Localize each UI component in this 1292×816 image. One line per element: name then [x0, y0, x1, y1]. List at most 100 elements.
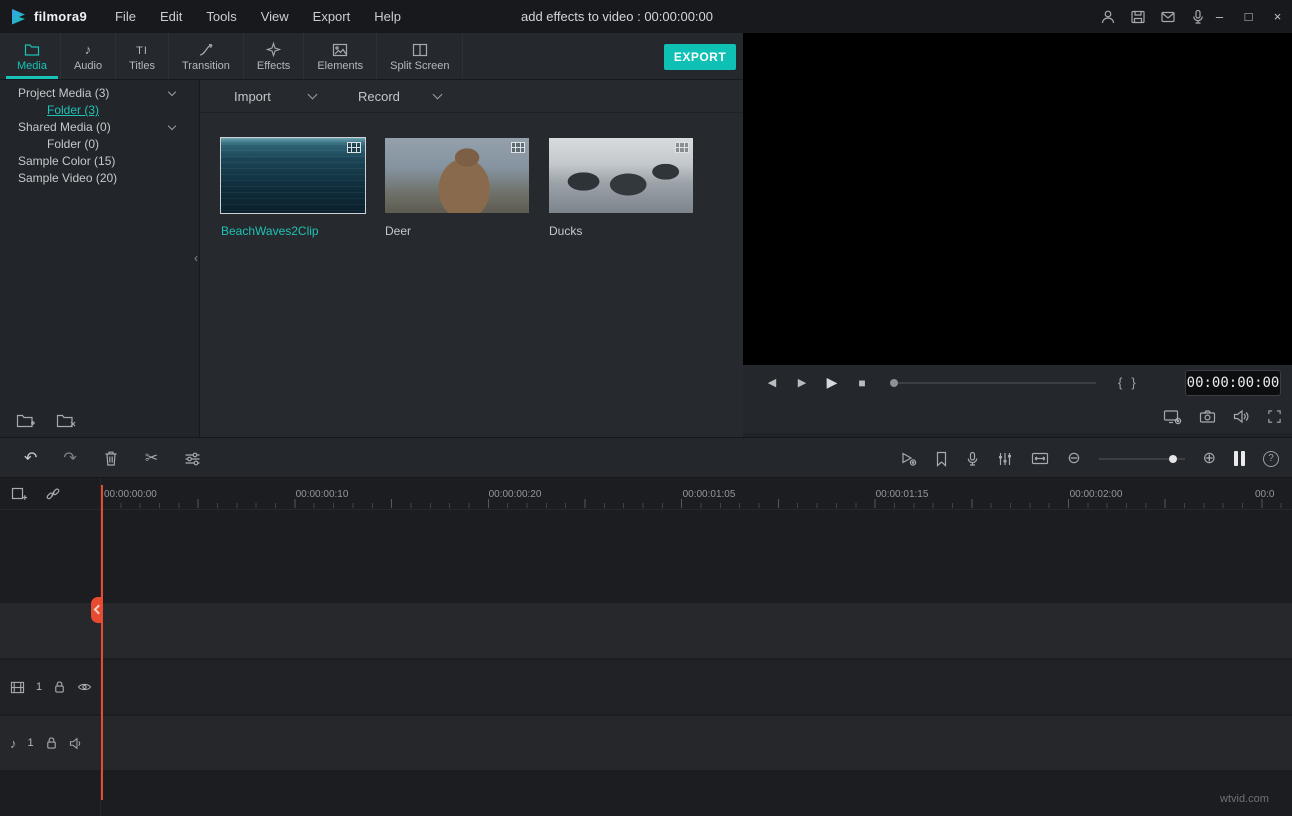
maximize-button[interactable]: □ — [1234, 0, 1263, 33]
track-manager-icon[interactable] — [1234, 451, 1245, 466]
display-settings-icon[interactable] — [1163, 409, 1182, 425]
delete-icon[interactable] — [103, 450, 119, 467]
timeline-zoom-slider[interactable] — [1099, 458, 1185, 460]
sidebar-item-shared-media[interactable]: Shared Media (0) — [0, 119, 199, 136]
link-icon[interactable] — [45, 486, 61, 502]
timeline-track-video: 1 — [0, 660, 1292, 714]
volume-icon[interactable] — [1233, 409, 1250, 424]
zoom-slider-handle[interactable] — [1169, 455, 1177, 463]
fullscreen-icon[interactable] — [1267, 409, 1282, 424]
menu-help[interactable]: Help — [362, 9, 413, 24]
seek-slider-handle[interactable] — [890, 379, 898, 387]
media-item-beachwaves[interactable]: BeachWaves2Clip — [221, 138, 365, 238]
tab-audio[interactable]: ♪ Audio — [61, 33, 116, 79]
menu-edit[interactable]: Edit — [148, 9, 194, 24]
record-dropdown[interactable]: Record — [358, 80, 441, 113]
tab-transition[interactable]: Transition — [169, 33, 244, 79]
clip-frames-icon — [347, 142, 361, 153]
media-library-sidebar: Project Media (3) Folder (3) Shared Medi… — [0, 80, 200, 437]
playhead-handle[interactable] — [91, 597, 102, 623]
media-thumbnail[interactable] — [221, 138, 365, 213]
seek-slider[interactable] — [891, 382, 1096, 384]
video-track-head: 1 — [0, 660, 100, 714]
add-to-timeline-icon[interactable] — [11, 486, 28, 502]
mark-out-button[interactable]: } — [1131, 375, 1135, 390]
clip-frames-icon — [511, 142, 525, 153]
render-preview-icon[interactable] — [900, 451, 917, 467]
sidebar-item-sample-video[interactable]: Sample Video (20) — [0, 170, 199, 187]
tab-titles[interactable]: TI Titles — [116, 33, 169, 79]
eye-icon[interactable] — [77, 681, 92, 693]
timeline-ruler[interactable]: 00:00:00:00 00:00:00:10 00:00:00:20 00:0… — [0, 478, 1292, 510]
preview-panel: ◀ ▶ ▶ ■ { } 00:00:00:00 — [743, 33, 1292, 433]
tab-elements[interactable]: Elements — [304, 33, 377, 79]
titles-icon: TI — [136, 41, 148, 57]
chevron-down-icon — [432, 90, 442, 100]
sidebar-item-label: Sample Color (15) — [18, 154, 115, 168]
zoom-to-fit-icon[interactable] — [1031, 451, 1049, 466]
mute-speaker-icon[interactable] — [69, 737, 84, 750]
image-icon — [332, 41, 348, 57]
menu-view[interactable]: View — [249, 9, 301, 24]
import-dropdown[interactable]: Import — [234, 80, 316, 113]
menu-file[interactable]: File — [103, 9, 148, 24]
close-button[interactable]: × — [1263, 0, 1292, 33]
tab-effects[interactable]: Effects — [244, 33, 304, 79]
window-controls: – □ × — [1205, 0, 1292, 33]
add-folder-icon[interactable] — [16, 413, 36, 429]
media-thumbnail[interactable] — [385, 138, 529, 213]
video-track-icon — [10, 681, 25, 694]
export-button[interactable]: EXPORT — [664, 44, 736, 70]
media-thumbnail[interactable] — [549, 138, 693, 213]
sidebar-item-sample-color[interactable]: Sample Color (15) — [0, 153, 199, 170]
media-grid: BeachWaves2Clip Deer Ducks — [221, 138, 693, 238]
help-icon[interactable]: ? — [1263, 451, 1279, 467]
record-label: Record — [358, 89, 400, 104]
tab-effects-label: Effects — [257, 60, 290, 72]
redo-button[interactable]: ↷ — [63, 451, 76, 467]
minimize-button[interactable]: – — [1205, 0, 1234, 33]
sidebar-item-label: Folder (3) — [47, 103, 99, 117]
playhead[interactable] — [101, 485, 103, 800]
step-forward-button[interactable]: ▶ — [787, 376, 817, 389]
voiceover-mic-icon[interactable] — [966, 451, 979, 467]
split-screen-icon — [412, 41, 428, 57]
play-button[interactable]: ▶ — [817, 374, 847, 391]
timeline-track-overlay — [0, 603, 1292, 658]
marker-icon[interactable] — [935, 451, 948, 467]
account-icon[interactable] — [1100, 9, 1116, 25]
edit-toolbar: ↶ ↷ ✂ ⊖ ⊕ ? — [0, 437, 1292, 478]
media-item-ducks[interactable]: Ducks — [549, 138, 693, 238]
lock-icon[interactable] — [45, 736, 58, 750]
tab-split-screen-label: Split Screen — [390, 60, 449, 72]
sidebar-collapse-handle[interactable]: ‹ — [194, 252, 198, 264]
snapshot-camera-icon[interactable] — [1199, 409, 1216, 424]
delete-folder-icon[interactable] — [56, 413, 76, 429]
adjust-settings-icon[interactable] — [184, 451, 201, 467]
music-note-icon: ♪ — [10, 736, 17, 751]
project-title: add effects to video : 00:00:00:00 — [521, 9, 713, 24]
stop-button[interactable]: ■ — [847, 376, 877, 390]
sidebar-item-project-media[interactable]: Project Media (3) — [0, 85, 199, 102]
tab-split-screen[interactable]: Split Screen — [377, 33, 463, 79]
media-item-deer[interactable]: Deer — [385, 138, 529, 238]
sidebar-item-folder-3[interactable]: Folder (3) — [0, 102, 199, 119]
previous-frame-button[interactable]: ◀ — [757, 376, 787, 389]
effects-icon — [266, 41, 281, 57]
sidebar-item-folder-0[interactable]: Folder (0) — [0, 136, 199, 153]
mark-in-button[interactable]: { — [1118, 375, 1122, 390]
media-item-name: Ducks — [549, 224, 693, 238]
menu-tools[interactable]: Tools — [194, 9, 248, 24]
lock-icon[interactable] — [53, 680, 66, 694]
audio-mixer-icon[interactable] — [997, 451, 1013, 467]
transition-icon — [198, 41, 214, 57]
zoom-out-button[interactable]: ⊖ — [1067, 451, 1080, 467]
undo-button[interactable]: ↶ — [24, 451, 37, 467]
tab-media[interactable]: Media — [4, 33, 61, 79]
zoom-in-button[interactable]: ⊕ — [1203, 451, 1216, 467]
mail-icon[interactable] — [1160, 9, 1176, 25]
save-project-icon[interactable] — [1130, 9, 1146, 25]
menu-export[interactable]: Export — [301, 9, 363, 24]
split-scissors-button[interactable]: ✂ — [145, 451, 158, 467]
microphone-icon[interactable] — [1190, 9, 1206, 25]
